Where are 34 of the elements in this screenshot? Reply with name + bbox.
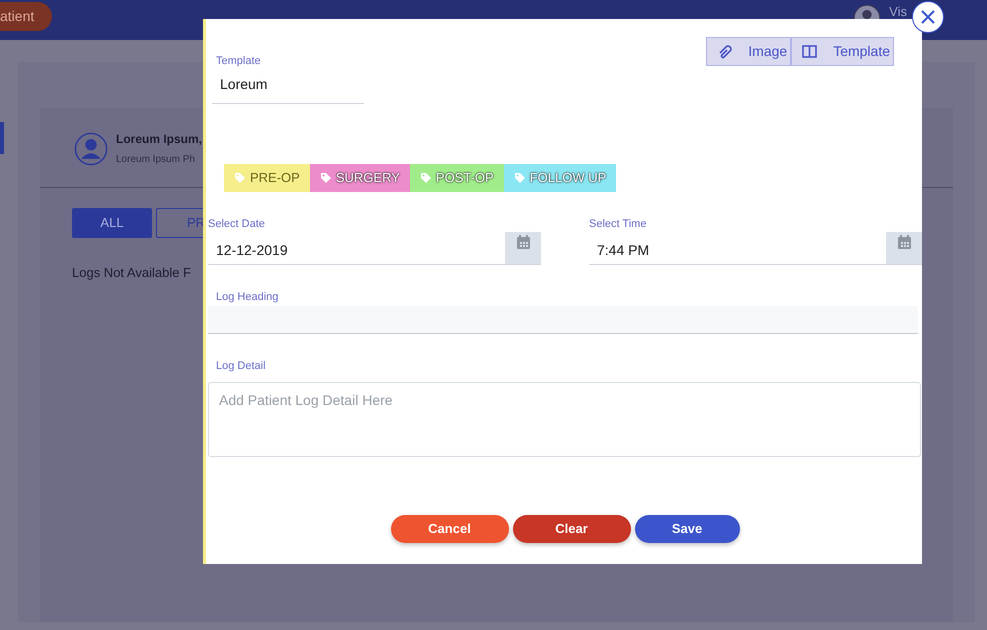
tag-icon: [320, 172, 332, 184]
field-label: Log Detail: [216, 358, 267, 374]
log-detail-field[interactable]: Add Patient Log Detail Here: [208, 382, 921, 457]
log-heading-field[interactable]: [208, 306, 918, 334]
close-icon: [921, 10, 935, 24]
filter-tab[interactable]: ALL: [72, 208, 152, 238]
tag-chip[interactable]: SURGERY: [310, 164, 410, 192]
patient-subtitle: Loreum Ipsum Ph: [116, 153, 196, 167]
tag-chip[interactable]: PRE-OP: [224, 164, 310, 192]
attach-button[interactable]: Template: [791, 37, 894, 66]
date-time-field[interactable]: 7:44 PM: [589, 232, 922, 265]
save-button[interactable]: Save: [634, 515, 740, 543]
field-label: Log Heading: [216, 290, 280, 305]
user-name[interactable]: Vis: [889, 5, 907, 19]
field-label: Template: [216, 54, 262, 69]
field-label: Select Time: [589, 216, 648, 232]
tag-icon: [514, 172, 526, 184]
cancel-button[interactable]: Cancel: [390, 515, 508, 543]
columns-icon: [802, 44, 818, 59]
attach-button[interactable]: Image: [706, 37, 792, 66]
calendar-icon: [516, 235, 530, 249]
empty-message: Logs Not Available F: [72, 264, 191, 282]
tag-icon: [420, 172, 432, 184]
sidebar-tab[interactable]: [0, 122, 4, 154]
date-time-field[interactable]: 12-12-2019: [208, 232, 541, 265]
template-field[interactable]: Template Loreum: [212, 37, 364, 104]
patient-name: Loreum Ipsum,: [116, 131, 202, 148]
clear-button[interactable]: Clear: [512, 515, 630, 543]
tag-icon: [234, 172, 246, 184]
paperclip-icon: [717, 44, 732, 59]
calendar-icon: [898, 235, 910, 249]
add-patient-button[interactable]: atient: [0, 2, 52, 31]
field-value: Loreum: [220, 74, 268, 94]
profile-avatar-icon: [74, 132, 108, 166]
